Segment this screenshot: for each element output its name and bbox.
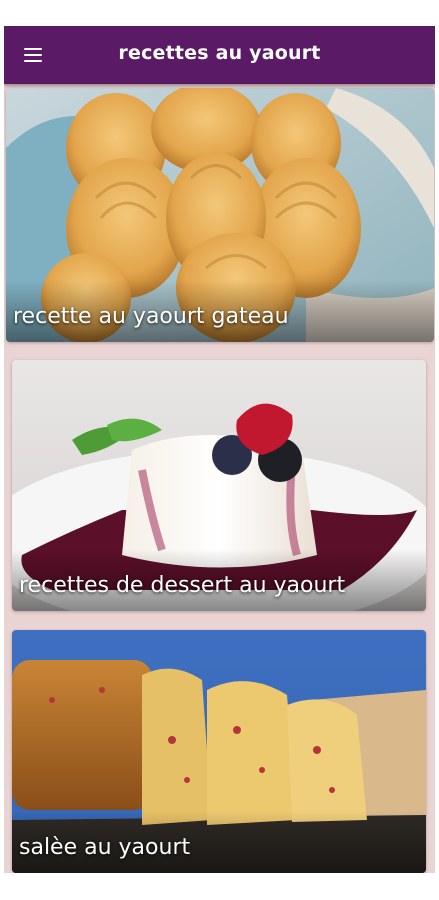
card-caption: recette au yaourt gateau [13, 304, 289, 329]
recipe-card-dessert[interactable]: recettes de dessert au yaourt [12, 360, 426, 611]
card-caption: recettes de dessert au yaourt [19, 573, 346, 598]
app-screen: recettes au yaourt recette au yaourt gat… [4, 26, 435, 873]
card-caption: salèe au yaourt [19, 835, 191, 860]
app-bar: recettes au yaourt [4, 26, 435, 84]
recipe-card-gateau[interactable]: recette au yaourt gateau [6, 88, 434, 342]
app-title: recettes au yaourt [118, 42, 321, 64]
recipe-card-salee[interactable]: salèe au yaourt [12, 630, 426, 873]
